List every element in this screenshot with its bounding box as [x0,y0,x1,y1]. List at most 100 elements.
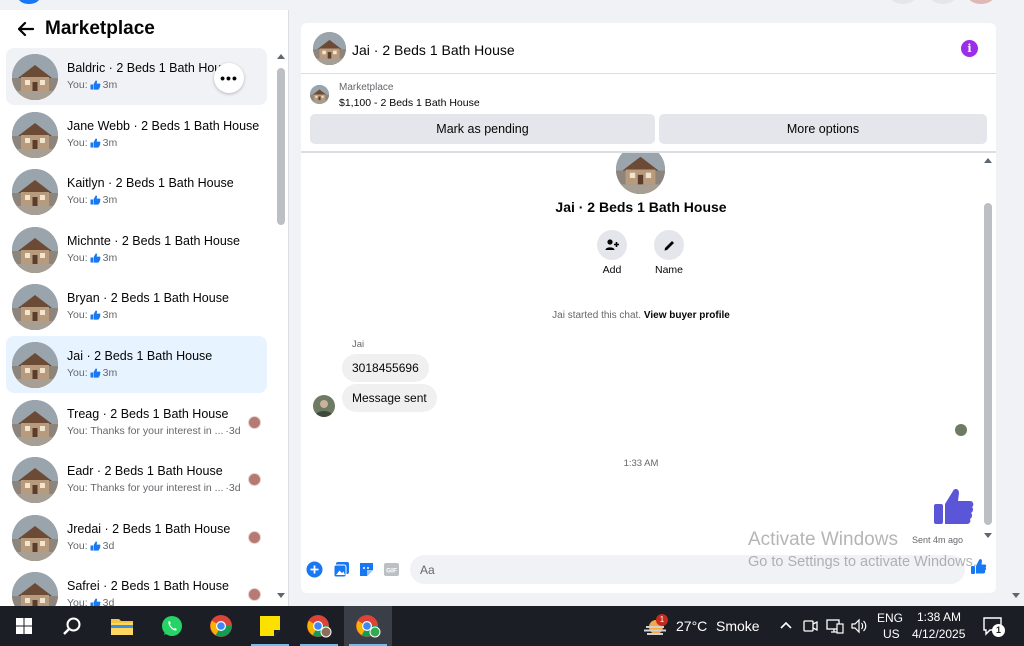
conversation-item[interactable]: Eadr · 2 Beds 1 Bath House You: Thanks fo… [6,451,267,508]
listing-thumbnail [12,342,58,388]
listing-summary[interactable]: Marketplace $1,100 - 2 Beds 1 Bath House [301,75,996,113]
sent-status: Sent 4m ago [912,535,964,545]
show-hidden-icons-chevron-icon[interactable] [779,619,793,633]
conversation-preview: You: 3m [67,367,117,379]
conversation-item[interactable]: Michnte · 2 Beds 1 Bath House You: 3m [6,221,267,278]
thumbs-up-icon [90,253,101,263]
chrome-profile-icon[interactable] [295,606,343,646]
clock-time[interactable]: 1:38 AM [917,610,961,624]
conversation-name: Treag · 2 Beds 1 Bath House [67,406,229,421]
conversation-time: ·3d [225,482,241,495]
conversation-preview: You: 3d [67,597,114,606]
scroll-down-arrow-icon[interactable] [277,593,285,598]
add-person-button[interactable] [597,230,627,260]
notification-center-icon[interactable]: 1 [982,616,1006,638]
windows-start-icon[interactable] [0,606,48,646]
conversation-more-button[interactable]: ••• [214,63,244,93]
preview-text: You: [67,597,88,606]
top-menu-icon[interactable] [890,0,916,4]
conversation-time: 3m [102,309,118,322]
like-sticker-icon[interactable] [933,486,975,526]
add-label: Add [602,264,622,276]
seen-indicator-avatar [955,424,967,436]
meet-now-icon[interactable] [802,618,818,634]
conversation-preview: You: 3m [67,79,117,91]
listing-thumbnail [12,457,58,504]
back-arrow-icon[interactable] [10,13,42,45]
sticky-notes-icon[interactable] [246,606,294,646]
scrollbar-thumb[interactable] [984,203,992,525]
volume-icon[interactable] [850,618,868,634]
conversation-list: Baldric · 2 Beds 1 Bath House You: 3m ••• Ja… [0,48,274,606]
whatsapp-icon[interactable] [148,606,196,646]
conversation-item[interactable]: Safrei · 2 Beds 1 Bath House You: 3d [6,566,267,606]
conversation-time: 3m [102,367,118,379]
conversation-item[interactable]: Bryan · 2 Beds 1 Bath House You: 3m [6,278,267,335]
conversation-time: 3m [102,136,118,149]
chrome-profile-icon[interactable] [344,606,392,646]
conversation-time: 3m [102,194,118,207]
scroll-up-arrow-icon[interactable] [984,158,992,163]
scroll-down-arrow-icon[interactable] [984,533,992,538]
conversation-item[interactable]: Jredai · 2 Beds 1 Bath House You: 3d [6,509,267,566]
listing-thumbnail[interactable] [313,32,346,65]
info-icon[interactable]: i [961,40,978,57]
clock-date[interactable]: 4/12/2025 [912,627,965,641]
conversation-preview: You: Thanks for your interest in ... ·3d [67,482,241,494]
message-bubble[interactable]: 3018455696 [342,354,429,382]
mark-as-pending-button[interactable]: Mark as pending [310,114,655,144]
scrollbar-thumb[interactable] [277,68,285,225]
page-scroll-down-arrow-icon[interactable] [1012,593,1020,598]
scroll-up-arrow-icon[interactable] [277,54,285,59]
conversation-item[interactable]: Jane Webb · 2 Beds 1 Bath House You: 3m [6,106,267,163]
conversation-preview: You: 3d [67,540,114,552]
thumbs-up-icon [90,310,101,320]
conversation-item[interactable]: Baldric · 2 Beds 1 Bath House You: 3m ••• [6,48,267,105]
conversation-name: Kaitlyn · 2 Beds 1 Bath House [67,176,234,191]
gif-icon[interactable]: GIF [383,561,400,578]
seen-avatar [248,473,261,487]
input-language[interactable]: ENG [877,611,903,625]
seen-avatar [248,530,261,544]
conversation-time: 3m [102,251,118,264]
conversation-list-scrollbar[interactable] [274,48,288,606]
listing-thumbnail [12,169,58,216]
preview-text: You: [67,367,88,379]
preview-text: You: [67,79,88,91]
edit-name-button[interactable] [654,230,684,260]
preview-text: You: [67,251,88,264]
top-notification-icon[interactable] [930,0,956,4]
conversation-item[interactable]: Jai · 2 Beds 1 Bath House You: 3m [6,336,267,393]
network-icon[interactable] [826,618,844,634]
facebook-logo-icon[interactable] [18,0,40,4]
conversation-name: Jane Webb · 2 Beds 1 Bath House [67,118,260,133]
notification-count: 1 [992,624,1005,637]
file-explorer-icon[interactable] [98,606,146,646]
weather-widget[interactable]: 1 27°C Smoke [640,606,762,646]
account-avatar[interactable] [968,0,994,4]
message-thread: Jai · 2 Beds 1 Bath House Add Name Jai s… [301,153,996,551]
conversation-preview: You: Thanks for your interest in ... ·3d [67,425,241,437]
conversation-item[interactable]: Kaitlyn · 2 Beds 1 Bath House You: 3m [6,163,267,220]
conversation-title[interactable]: Jai · 2 Beds 1 Bath House [352,42,515,58]
search-icon[interactable] [48,606,96,646]
conversation-time: 3d [102,539,115,552]
activate-windows-title: Activate Windows [748,529,898,550]
conversation-item[interactable]: Treag · 2 Beds 1 Bath House You: Thanks f… [6,394,267,451]
inbox-header: Marketplace [0,10,288,48]
input-region[interactable]: US [883,627,900,641]
conversation-preview: You: 3m [67,194,117,206]
preview-text: You: [67,194,88,207]
sticker-icon[interactable] [358,561,375,578]
listing-thumbnail [12,54,58,100]
message-thread-scrollbar[interactable] [981,153,996,551]
message-bubble[interactable]: Message sent [342,384,437,412]
listing-thumbnail [12,226,58,273]
photo-icon[interactable] [333,561,350,578]
chrome-icon[interactable] [197,606,245,646]
message-timestamp: 1:33 AM [623,458,659,469]
sender-avatar[interactable] [313,395,335,417]
plus-circle-icon[interactable] [306,561,323,578]
more-options-button[interactable]: More options [659,114,987,144]
view-buyer-profile-link[interactable]: View buyer profile [644,310,730,321]
